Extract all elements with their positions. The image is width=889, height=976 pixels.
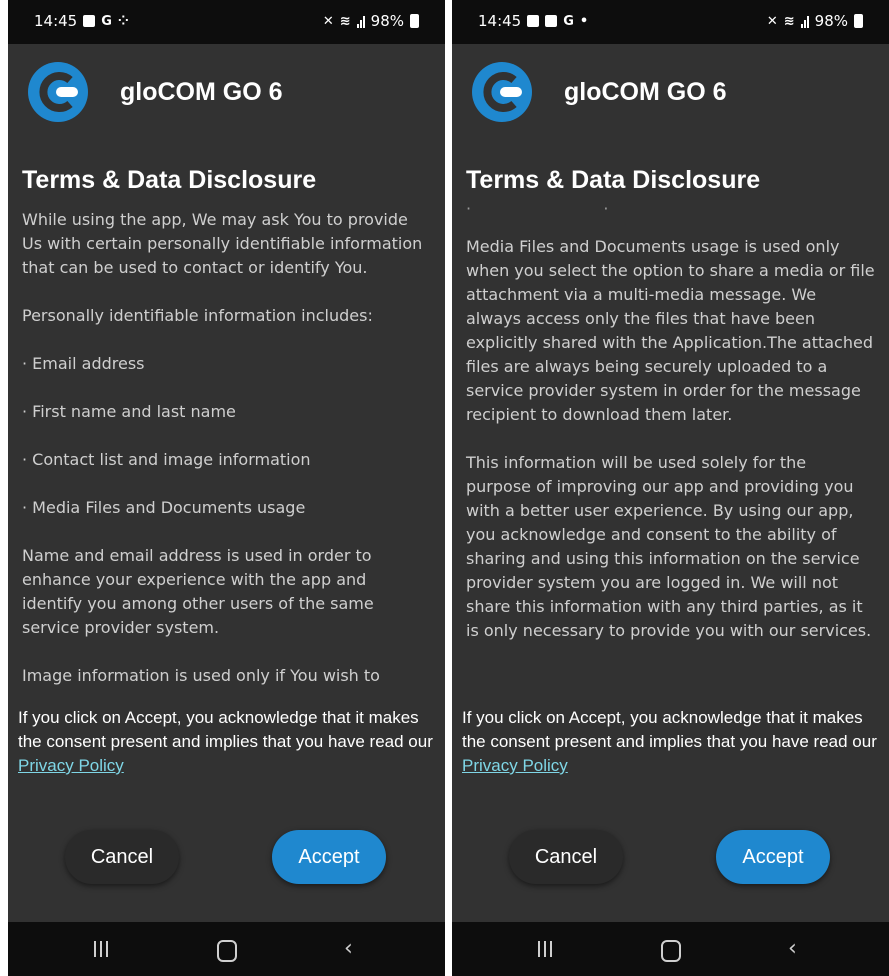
terms-paragraph: Personally identifiable information incl…: [22, 306, 373, 325]
cancel-button[interactable]: Cancel: [65, 830, 179, 884]
battery-percent: 98%: [814, 12, 848, 30]
mute-icon: ✕: [766, 13, 778, 29]
recents-icon[interactable]: [538, 941, 552, 957]
status-bar: 14:45 G ⁘ ✕ ≋ 98%: [8, 0, 445, 44]
recents-icon[interactable]: [94, 941, 108, 957]
status-bar: 14:45 G • ✕ ≋ 98%: [452, 0, 889, 44]
back-icon[interactable]: ‹: [344, 936, 353, 961]
consent-text: If you click on Accept, you acknowledge …: [18, 706, 435, 778]
right-phone-screen: 14:45 G • ✕ ≋ 98% gloCOM GO 6 Terms & Da…: [452, 0, 889, 976]
app-title: gloCOM GO 6: [120, 77, 283, 106]
wifi-icon: ≋: [783, 13, 795, 29]
privacy-policy-link[interactable]: Privacy Policy: [18, 756, 124, 775]
consent-text: If you click on Accept, you acknowledge …: [462, 706, 879, 778]
app-title: gloCOM GO 6: [564, 77, 727, 106]
left-phone-screen: 14:45 G ⁘ ✕ ≋ 98% gloCOM GO 6 Terms & Da…: [8, 0, 445, 976]
battery-icon: [410, 14, 419, 28]
wifi-icon: ≋: [339, 13, 351, 29]
battery-icon: [854, 14, 863, 28]
google-icon: G: [563, 13, 574, 29]
list-item: · First name and last name: [22, 402, 236, 421]
app-header: gloCOM GO 6: [470, 60, 727, 124]
mail-icon: [83, 15, 96, 27]
status-time: 14:45: [478, 12, 522, 30]
terms-scroll-area[interactable]: · · Media Files and Documents usage is u…: [452, 200, 889, 685]
list-item: · Contact list and image information: [22, 450, 311, 469]
mail-icon: [545, 15, 558, 27]
terms-title: Terms & Data Disclosure: [22, 166, 317, 194]
signal-icon: [800, 15, 809, 28]
dot-icon: •: [579, 13, 589, 29]
cancel-button[interactable]: Cancel: [509, 830, 623, 884]
terms-paragraph: This information will be used solely for…: [466, 453, 872, 640]
google-icon: G: [101, 13, 112, 29]
terms-paragraph: Media Files and Documents usage is used …: [466, 237, 875, 424]
glocom-logo-icon: [28, 62, 88, 122]
dots-icon: ⁘: [117, 13, 129, 29]
navigation-bar: ‹: [8, 922, 445, 976]
terms-paragraph: Name and email address is used in order …: [22, 546, 374, 637]
battery-percent: 98%: [370, 12, 404, 30]
terms-paragraph: While using the app, We may ask You to p…: [22, 210, 423, 277]
image-icon: [527, 15, 540, 27]
list-item: · Email address: [22, 354, 145, 373]
home-icon[interactable]: [661, 940, 681, 962]
home-icon[interactable]: [217, 940, 237, 962]
list-item: · Media Files and Documents usage: [22, 498, 306, 517]
scrolled-text-remnant: · ·: [466, 204, 609, 214]
glocom-logo-icon: [472, 62, 532, 122]
accept-button[interactable]: Accept: [716, 830, 830, 884]
back-icon[interactable]: ‹: [788, 936, 797, 961]
terms-paragraph: Image information is used only if You wi…: [22, 666, 380, 685]
terms-scroll-area[interactable]: While using the app, We may ask You to p…: [8, 200, 445, 685]
app-header: gloCOM GO 6: [26, 60, 283, 124]
consent-text-body: If you click on Accept, you acknowledge …: [18, 708, 433, 751]
terms-title: Terms & Data Disclosure: [466, 166, 761, 194]
mute-icon: ✕: [322, 13, 334, 29]
privacy-policy-link[interactable]: Privacy Policy: [462, 756, 568, 775]
accept-button[interactable]: Accept: [272, 830, 386, 884]
navigation-bar: ‹: [452, 922, 889, 976]
signal-icon: [356, 15, 365, 28]
status-time: 14:45: [34, 12, 78, 30]
consent-text-body: If you click on Accept, you acknowledge …: [462, 708, 877, 751]
